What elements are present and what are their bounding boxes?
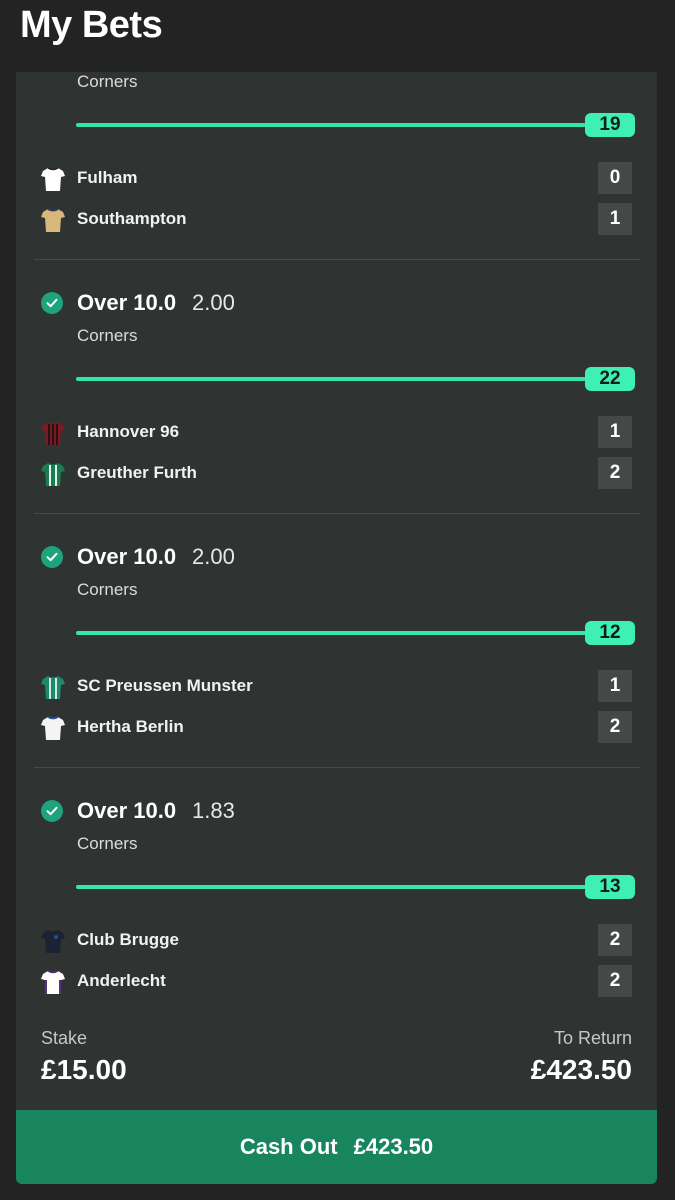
market-label: Corners (77, 326, 138, 345)
progress-value-badge: 22 (585, 367, 635, 391)
app-header: My Bets (0, 0, 675, 72)
team-name: Hannover 96 (77, 422, 180, 441)
team-score: 2 (598, 965, 632, 997)
cash-out-amount: £423.50 (353, 1134, 434, 1159)
cash-out-label: Cash Out (239, 1134, 338, 1159)
progress-value-badge: 13 (585, 875, 635, 899)
progress-track (76, 631, 586, 635)
team-row: Southampton 1 (16, 203, 657, 237)
selection-odds: 2.00 (192, 544, 235, 569)
team-name: Greuther Furth (77, 463, 197, 482)
greuther-furth-shirt-icon (41, 463, 65, 486)
selection-odds: 2.00 (192, 290, 235, 315)
check-circle-icon (41, 800, 63, 822)
divider (34, 259, 640, 260)
return-value: £423.50 (530, 1054, 632, 1085)
team-score: 1 (598, 670, 632, 702)
market-label: Corners (77, 580, 138, 599)
club-brugge-shirt-icon (41, 930, 65, 953)
anderlecht-shirt-icon (41, 970, 65, 994)
market-label: Corners (77, 834, 138, 853)
selection-odds: 1.83 (192, 798, 235, 823)
bet-slip-panel[interactable]: Corners 19 Fulham 0 Southampton 1 Over 1… (16, 72, 657, 1112)
cash-out-button[interactable]: Cash Out £423.50 (16, 1110, 657, 1184)
market-label: Corners (77, 72, 138, 91)
team-score: 2 (598, 457, 632, 489)
hannover-shirt-icon (41, 422, 65, 445)
divider (34, 513, 640, 514)
hertha-berlin-shirt-icon (41, 716, 65, 740)
selection-title: Over 10.0 (77, 290, 177, 315)
divider (34, 767, 640, 768)
southampton-shirt-icon (41, 208, 65, 232)
team-name: Fulham (77, 168, 138, 187)
team-row: Hannover 96 1 (16, 416, 657, 450)
progress-value-badge: 12 (585, 621, 635, 645)
return-label: To Return (553, 1028, 632, 1048)
team-row: Anderlecht 2 (16, 965, 657, 999)
team-score: 2 (598, 924, 632, 956)
progress-track (76, 123, 586, 127)
selection-title: Over 10.0 (77, 798, 177, 823)
team-row: Fulham 0 (16, 162, 657, 196)
check-circle-icon (41, 546, 63, 568)
team-score: 1 (598, 203, 632, 235)
team-name: Southampton (77, 209, 187, 228)
team-name: Hertha Berlin (77, 717, 184, 736)
bet-summary: Stake £15.00 To Return £423.50 (16, 1028, 657, 1108)
team-score: 1 (598, 416, 632, 448)
page-title: My Bets (20, 4, 163, 46)
stake-value: £15.00 (41, 1054, 127, 1085)
progress-track (76, 377, 586, 381)
team-name: Club Brugge (77, 930, 179, 949)
team-row: Greuther Furth 2 (16, 457, 657, 491)
team-score: 2 (598, 711, 632, 743)
team-name: Anderlecht (77, 971, 166, 990)
preussen-munster-shirt-icon (41, 676, 65, 699)
fulham-shirt-icon (41, 167, 65, 191)
team-row: Hertha Berlin 2 (16, 711, 657, 745)
team-score: 0 (598, 162, 632, 194)
stake-label: Stake (41, 1028, 88, 1048)
progress-value-badge: 19 (585, 113, 635, 137)
team-row: SC Preussen Munster 1 (16, 670, 657, 704)
selection-title: Over 10.0 (77, 544, 177, 569)
team-row: Club Brugge 2 (16, 924, 657, 958)
team-name: SC Preussen Munster (77, 676, 253, 695)
check-circle-icon (41, 292, 63, 314)
progress-track (76, 885, 586, 889)
